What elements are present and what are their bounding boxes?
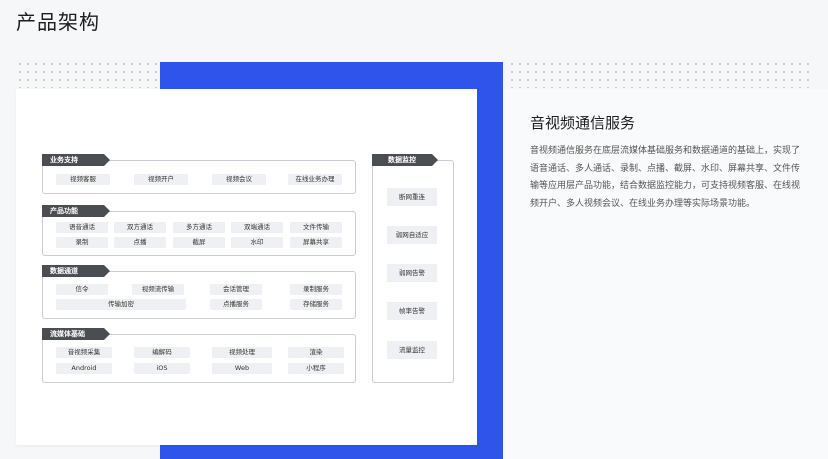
group-product-features	[42, 211, 356, 256]
chip-transport-encryption: 传输加密	[56, 299, 186, 310]
chip-video-processing: 视频处理	[212, 347, 272, 358]
chip-session-mgmt: 会话管理	[210, 284, 262, 295]
chip-signaling: 信令	[56, 284, 108, 295]
chip-video-meeting: 视频会议	[212, 174, 266, 185]
page-title: 产品架构	[16, 10, 100, 34]
group-title-data-channel: 数据通道	[42, 265, 110, 277]
group-data-channel	[42, 271, 356, 319]
chip-framerate-alert: 帧率告警	[387, 302, 437, 320]
chip-recording-service: 录制服务	[290, 284, 342, 295]
chip-recording: 录制	[56, 237, 108, 248]
group-streaming-base	[42, 334, 356, 383]
chip-av-capture: 音视频采集	[56, 347, 112, 358]
chip-storage-service: 存储服务	[290, 299, 342, 310]
dot-pattern-right	[508, 60, 814, 88]
section-heading: 音视频通信服务	[530, 114, 636, 132]
chip-weak-net-adapt: 弱网自适应	[387, 226, 437, 244]
chip-video-account: 视频开户	[134, 174, 188, 185]
chip-screenshot: 截屏	[173, 237, 225, 248]
group-title-streaming-base: 流媒体基础	[42, 328, 110, 340]
chip-file-transfer: 文件传输	[290, 222, 342, 233]
chip-screen-share: 屏幕共享	[290, 237, 342, 248]
chip-android: Android	[56, 363, 112, 374]
chip-two-party-call: 双方通话	[114, 222, 166, 233]
chip-weak-net-alert: 弱网告警	[387, 264, 437, 282]
chip-watermark: 水印	[231, 237, 283, 248]
chip-reconnect: 断网重连	[387, 188, 437, 206]
chip-ios: iOS	[134, 363, 190, 374]
chip-video-streaming: 视频流传输	[132, 284, 184, 295]
chip-traffic-monitor: 流量监控	[387, 341, 437, 359]
chip-dual-end-call: 双端通话	[231, 222, 283, 233]
chip-mini-program: 小程序	[288, 363, 344, 374]
chip-multi-party-call: 多方通话	[173, 222, 225, 233]
dot-pattern-left	[16, 60, 160, 88]
chip-video-service: 视频客服	[56, 174, 110, 185]
chip-online-business: 在线业务办理	[288, 174, 342, 185]
chip-codec: 编解码	[134, 347, 190, 358]
chip-web: Web	[212, 363, 272, 374]
group-title-data-monitoring: 数据监控	[372, 154, 438, 166]
group-title-business-support: 业务支持	[42, 154, 110, 166]
group-title-product-features: 产品功能	[42, 205, 110, 217]
chip-vod-service: 点播服务	[210, 299, 262, 310]
chip-vod: 点播	[114, 237, 166, 248]
section-description: 音视频通信服务在底层流媒体基础服务和数据通道的基础上，实现了语音通话、多人通话、…	[530, 146, 801, 209]
chip-voice-call: 语音通话	[56, 222, 108, 233]
chip-rendering: 渲染	[288, 347, 344, 358]
